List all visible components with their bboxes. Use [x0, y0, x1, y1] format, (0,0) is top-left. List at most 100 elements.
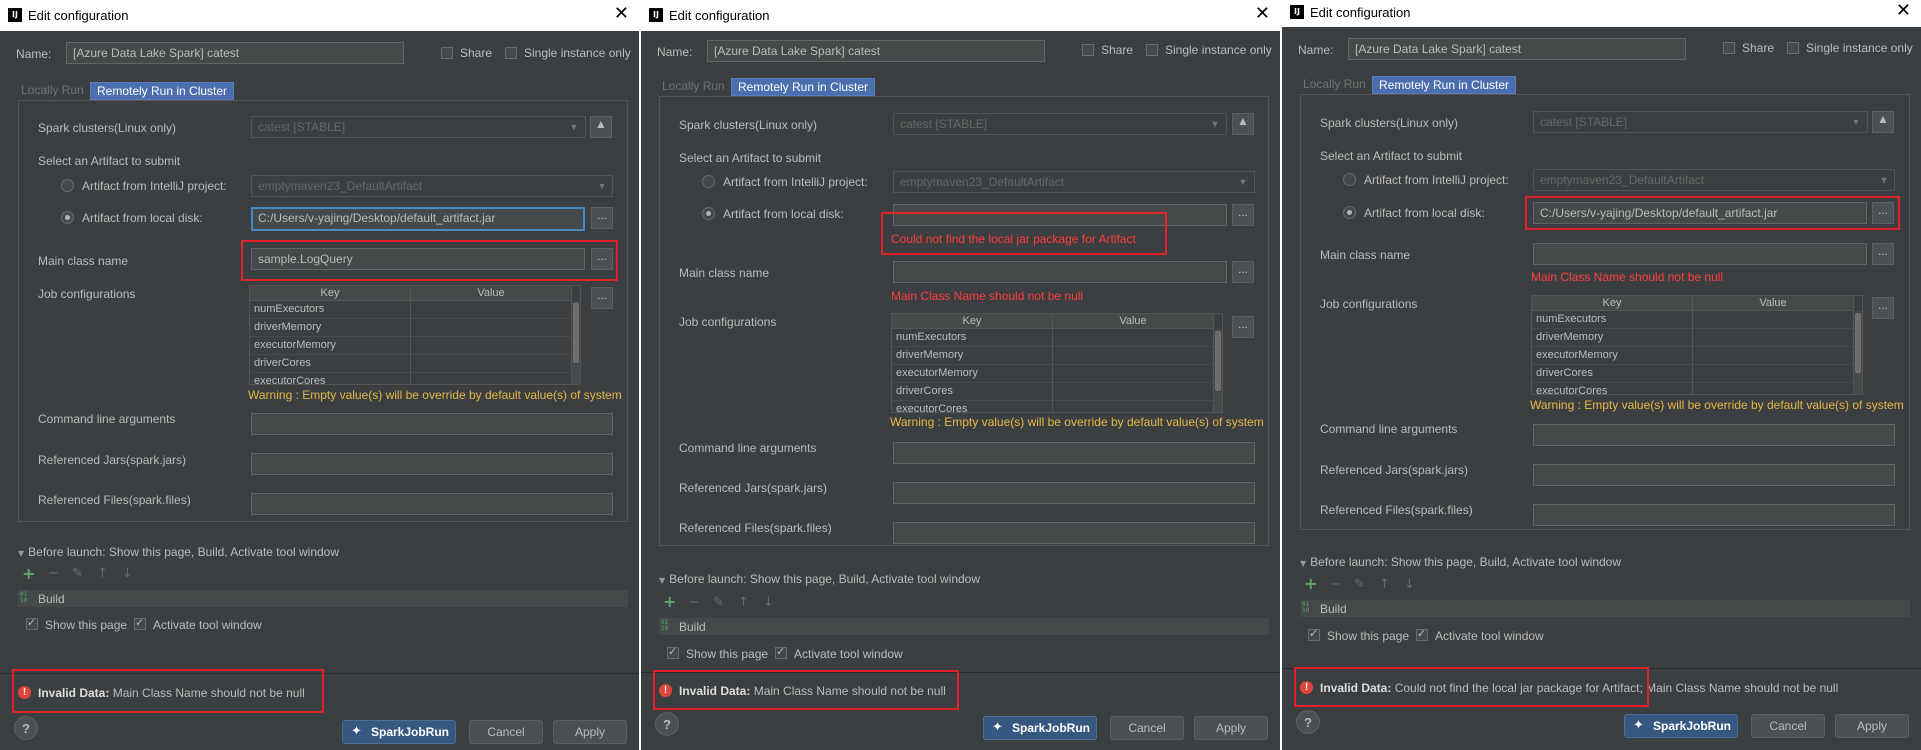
browse-main-class-button[interactable]: ...	[1872, 243, 1894, 265]
activate-tool-window-checkbox[interactable]	[775, 645, 787, 659]
referenced-files-input[interactable]	[893, 522, 1255, 544]
build-task-row[interactable]: 01 10 Build	[1300, 600, 1910, 617]
apply-button[interactable]: Apply	[553, 720, 627, 744]
remove-icon[interactable]: −	[689, 595, 700, 610]
job-config-table[interactable]: Key Value numExecutors driverMemory exec…	[891, 313, 1223, 413]
artifact-local-input[interactable]: C:/Users/v-yajing/Desktop/default_artifa…	[251, 207, 585, 231]
edit-icon[interactable]: ✎	[713, 595, 724, 610]
artifact-intellij-select[interactable]: emptymaven23_DefaultArtifact	[893, 171, 1255, 193]
name-input[interactable]: [Azure Data Lake Spark] catest	[707, 40, 1045, 62]
artifact-intellij-select[interactable]: emptymaven23_DefaultArtifact	[1533, 169, 1895, 191]
cancel-button[interactable]: Cancel	[1110, 716, 1184, 740]
tab-locally-run[interactable]: Locally Run	[18, 82, 87, 100]
before-launch-header[interactable]: ▼ Before launch: Show this page, Build, A…	[18, 545, 339, 559]
referenced-jars-input[interactable]	[1533, 464, 1895, 486]
show-this-page-checkbox[interactable]	[1308, 627, 1320, 641]
name-input[interactable]: [Azure Data Lake Spark] catest	[1348, 38, 1686, 60]
referenced-files-input[interactable]	[1533, 504, 1895, 526]
move-up-icon[interactable]: ↑	[97, 566, 108, 581]
table-row[interactable]: numExecutors	[892, 329, 1214, 347]
referenced-jars-input[interactable]	[251, 453, 613, 475]
job-config-table[interactable]: Key Value numExecutors driverMemory exec…	[1531, 295, 1863, 395]
share-checkbox[interactable]	[1082, 44, 1094, 56]
value-cell[interactable]	[411, 319, 572, 337]
tab-remotely-run[interactable]: Remotely Run in Cluster	[731, 78, 876, 96]
value-cell[interactable]	[1693, 365, 1854, 383]
remove-icon[interactable]: −	[48, 566, 59, 581]
artifact-local-radio[interactable]	[61, 211, 74, 224]
artifact-intellij-select[interactable]: emptymaven23_DefaultArtifact	[251, 175, 613, 197]
close-icon[interactable]: ✕	[1255, 3, 1270, 24]
table-row[interactable]: driverCores	[250, 355, 572, 373]
artifact-local-radio[interactable]	[1343, 206, 1356, 219]
sparkjobrun-button[interactable]: ✦ SparkJobRun	[983, 716, 1097, 740]
value-cell[interactable]	[1053, 329, 1214, 347]
value-cell[interactable]	[1693, 329, 1854, 347]
share-checkbox[interactable]	[1723, 42, 1735, 54]
table-row[interactable]: numExecutors	[1532, 311, 1854, 329]
single-instance-checkbox[interactable]	[505, 47, 517, 59]
single-instance-checkbox[interactable]	[1146, 44, 1158, 56]
edit-job-config-button[interactable]: ...	[591, 287, 613, 309]
browse-artifact-button[interactable]: ...	[1232, 204, 1254, 226]
value-cell[interactable]	[411, 337, 572, 355]
value-cell[interactable]	[411, 355, 572, 373]
table-row[interactable]: driverMemory	[892, 347, 1214, 365]
referenced-files-input[interactable]	[251, 493, 613, 515]
spark-cluster-select[interactable]: catest [STABLE]	[1533, 111, 1868, 133]
table-row[interactable]: driverCores	[1532, 365, 1854, 383]
table-row[interactable]: driverMemory	[1532, 329, 1854, 347]
edit-icon[interactable]: ✎	[1354, 577, 1365, 592]
value-cell[interactable]	[1053, 365, 1214, 383]
edit-icon[interactable]: ✎	[72, 566, 83, 581]
table-row[interactable]: executorCores	[892, 401, 1214, 412]
cluster-refresh-button[interactable]: ▲	[1232, 113, 1254, 135]
browse-artifact-button[interactable]: ...	[591, 207, 613, 229]
value-cell[interactable]	[1693, 311, 1854, 329]
referenced-jars-input[interactable]	[893, 482, 1255, 504]
table-scrollbar[interactable]	[1214, 329, 1222, 412]
table-row[interactable]: executorCores	[1532, 383, 1854, 394]
add-icon[interactable]: +	[22, 564, 35, 583]
move-up-icon[interactable]: ↑	[738, 595, 749, 610]
value-cell[interactable]	[1053, 401, 1214, 412]
value-cell[interactable]	[1693, 347, 1854, 365]
show-this-page-checkbox[interactable]	[26, 616, 38, 630]
close-icon[interactable]: ✕	[614, 3, 629, 24]
sparkjobrun-button[interactable]: ✦ SparkJobRun	[1624, 714, 1738, 738]
tab-remotely-run[interactable]: Remotely Run in Cluster	[1372, 76, 1517, 94]
command-line-args-input[interactable]	[251, 413, 613, 435]
table-row[interactable]: executorMemory	[250, 337, 572, 355]
table-scrollbar[interactable]	[572, 301, 580, 384]
activate-tool-window-checkbox[interactable]	[134, 616, 146, 630]
scrollbar-thumb[interactable]	[1855, 313, 1861, 373]
add-icon[interactable]: +	[663, 592, 676, 611]
table-row[interactable]: executorMemory	[892, 365, 1214, 383]
job-config-table[interactable]: Key Value numExecutors driverMemory exec…	[249, 285, 581, 385]
cancel-button[interactable]: Cancel	[1751, 714, 1825, 738]
artifact-intellij-radio[interactable]	[1343, 173, 1356, 186]
tab-locally-run[interactable]: Locally Run	[1300, 76, 1369, 94]
browse-main-class-button[interactable]: ...	[1232, 261, 1254, 283]
value-cell[interactable]	[1053, 383, 1214, 401]
tab-locally-run[interactable]: Locally Run	[659, 78, 728, 96]
add-icon[interactable]: +	[1304, 574, 1317, 593]
sparkjobrun-button[interactable]: ✦ SparkJobRun	[342, 720, 456, 744]
table-row[interactable]: executorCores	[250, 373, 572, 384]
remove-icon[interactable]: −	[1330, 577, 1341, 592]
table-row[interactable]: executorMemory	[1532, 347, 1854, 365]
show-this-page-checkbox[interactable]	[667, 645, 679, 659]
move-down-icon[interactable]: ↓	[763, 595, 774, 610]
tab-remotely-run[interactable]: Remotely Run in Cluster	[90, 82, 235, 100]
help-button[interactable]: ?	[1296, 710, 1320, 734]
artifact-local-radio[interactable]	[702, 207, 715, 220]
before-launch-header[interactable]: ▼ Before launch: Show this page, Build, A…	[659, 572, 980, 586]
value-cell[interactable]	[1693, 383, 1854, 394]
share-checkbox[interactable]	[441, 47, 453, 59]
spark-cluster-select[interactable]: catest [STABLE]	[251, 116, 586, 138]
help-button[interactable]: ?	[655, 712, 679, 736]
move-down-icon[interactable]: ↓	[122, 566, 133, 581]
value-cell[interactable]	[411, 301, 572, 319]
close-icon[interactable]: ✕	[1896, 0, 1911, 21]
table-row[interactable]: driverMemory	[250, 319, 572, 337]
